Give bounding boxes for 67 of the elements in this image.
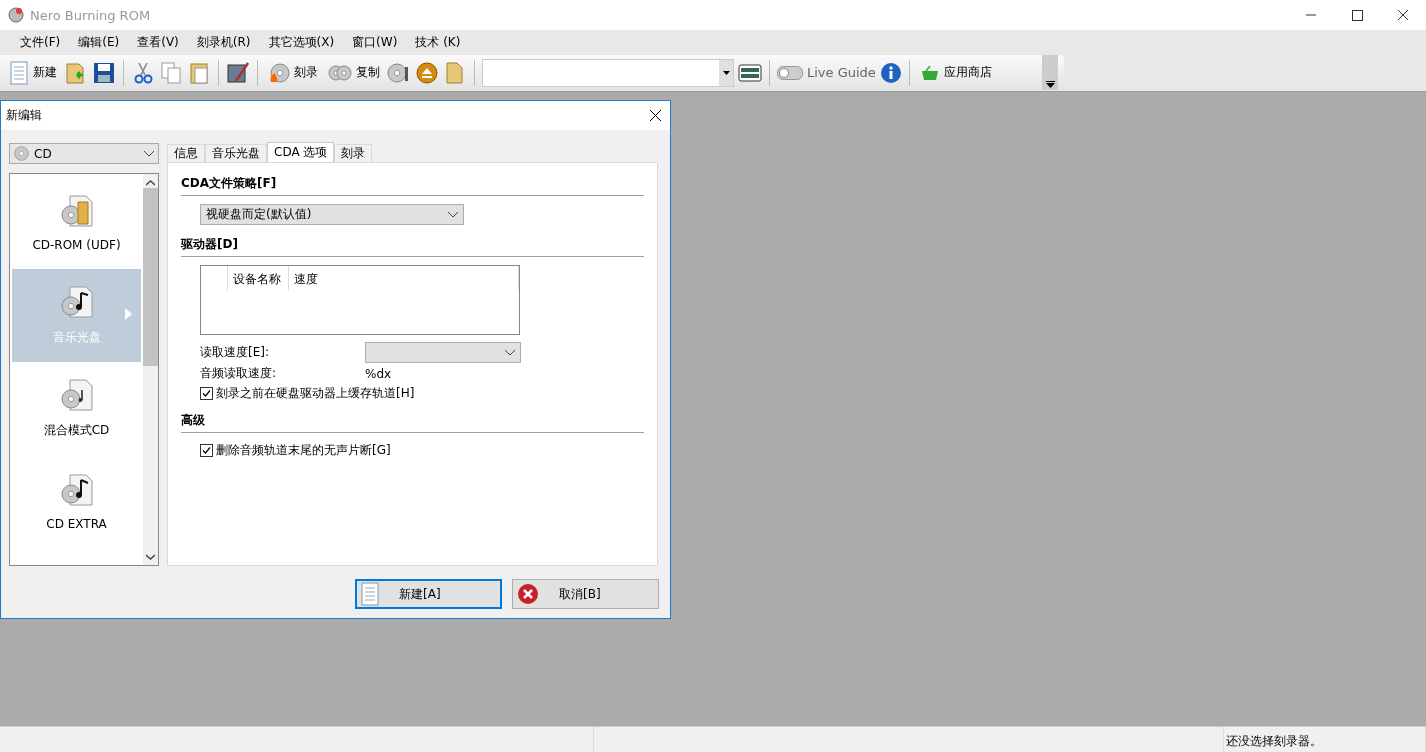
triangle-right-icon bbox=[125, 308, 132, 320]
scrollbar[interactable] bbox=[143, 174, 158, 565]
project-item[interactable]: CD-ROM (UDF) bbox=[12, 176, 141, 269]
project-item[interactable]: CD EXTRA bbox=[12, 455, 141, 548]
tab[interactable]: 信息 bbox=[167, 144, 205, 162]
policy-dropdown[interactable]: 视硬盘而定(默认值) bbox=[200, 204, 464, 225]
chevron-down-icon bbox=[448, 211, 458, 218]
close-icon bbox=[649, 110, 661, 121]
disc-document-icon bbox=[59, 193, 94, 228]
section-heading: 高级 bbox=[181, 412, 644, 433]
toolbar-overflow-button[interactable] bbox=[1042, 55, 1058, 90]
status-message: 还没选择刻录器。 bbox=[1224, 727, 1426, 752]
info-icon[interactable] bbox=[879, 61, 902, 84]
checkbox-option[interactable]: 删除音频轨道末尾的无声片断[G] bbox=[200, 441, 644, 460]
copy-disc-button[interactable]: 复制 bbox=[325, 59, 383, 86]
disc-document-icon bbox=[59, 285, 94, 319]
checkbox-option[interactable]: 刻录之前在硬盘驱动器上缓存轨道[H] bbox=[200, 384, 644, 403]
section-heading: 驱动器[D] bbox=[181, 236, 644, 257]
dialog-title: 新编辑 bbox=[6, 107, 43, 124]
document-icon bbox=[9, 60, 29, 85]
menu-item[interactable]: 其它选项(X) bbox=[260, 31, 343, 54]
disc-type-dropdown[interactable]: CD bbox=[9, 143, 159, 164]
menu-item[interactable]: 文件(F) bbox=[12, 31, 69, 54]
menu-item[interactable]: 窗口(W) bbox=[344, 31, 406, 54]
disc-document-icon bbox=[59, 472, 94, 507]
live-guide-label: Live Guide bbox=[807, 65, 876, 80]
caret-icon bbox=[722, 70, 730, 75]
disc-document-icon bbox=[59, 378, 94, 412]
window-title: Nero Burning ROM bbox=[30, 7, 152, 23]
caret-icon bbox=[1045, 81, 1055, 88]
eject-icon[interactable] bbox=[415, 60, 439, 85]
disc-info-icon[interactable] bbox=[387, 60, 411, 85]
menu-item[interactable]: 技术 (K) bbox=[407, 31, 469, 54]
menu-item[interactable]: 查看(V) bbox=[129, 31, 187, 54]
tab[interactable]: 刻录 bbox=[334, 144, 373, 162]
checkmark-icon bbox=[202, 446, 211, 455]
app-icon bbox=[8, 7, 24, 23]
chevron-down-icon bbox=[144, 150, 154, 157]
document-icon bbox=[361, 582, 379, 606]
section-heading: CDA文件策略[F] bbox=[181, 175, 644, 196]
field-label: 音频读取速度: bbox=[200, 365, 278, 382]
column-header[interactable]: 速度 bbox=[288, 266, 519, 291]
audio-speed-value: %dx bbox=[365, 366, 392, 381]
disc-icon bbox=[14, 146, 29, 161]
chevron-down-icon[interactable] bbox=[146, 554, 155, 560]
disc-flame-icon bbox=[268, 61, 290, 84]
chevron-up-icon[interactable] bbox=[146, 180, 155, 186]
cover-brush-icon[interactable] bbox=[226, 60, 250, 85]
basket-icon bbox=[919, 63, 940, 82]
column-header[interactable]: 设备名称 bbox=[227, 266, 289, 291]
checkmark-icon bbox=[202, 389, 211, 398]
menu-item[interactable]: 编辑(E) bbox=[70, 31, 128, 54]
live-guide-toggle[interactable] bbox=[777, 65, 803, 80]
burn-button[interactable]: 刻录 bbox=[265, 59, 321, 86]
save-icon[interactable] bbox=[92, 60, 116, 85]
chevron-down-icon bbox=[505, 349, 515, 356]
app-store-button[interactable]: 应用商店 bbox=[916, 61, 995, 84]
create-button[interactable]: 新建[A] bbox=[355, 579, 502, 609]
project-item[interactable]: 混合模式CD bbox=[12, 362, 141, 455]
tab[interactable]: CDA 选项 bbox=[267, 142, 335, 162]
cancel-x-icon bbox=[517, 583, 539, 605]
menu-item[interactable]: 刻录机(R) bbox=[188, 31, 259, 54]
drive-list-icon[interactable] bbox=[738, 63, 762, 82]
new-button[interactable]: 新建 bbox=[6, 58, 60, 87]
cancel-button[interactable]: 取消[B] bbox=[512, 579, 659, 609]
field-label: 读取速度[E]: bbox=[200, 344, 270, 361]
tab[interactable]: 音乐光盘 bbox=[205, 144, 267, 162]
